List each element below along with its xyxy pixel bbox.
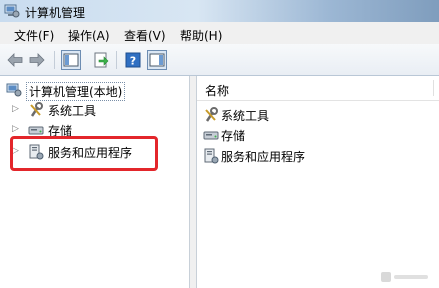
tree-root[interactable]: 计算机管理(本地) [6,81,186,101]
expand-arrow-icon[interactable]: ▷ [12,104,19,114]
navigation-tree-pane: 计算机管理(本地) ▷ 系统工具 ▷ 存储 ▷ 服务和应用程序 [0,76,190,288]
toolbar-separator [54,51,55,69]
column-divider[interactable] [433,80,434,96]
menu-action[interactable]: 操作(A) [68,27,110,44]
services-applications-icon [204,148,219,164]
list-item[interactable]: 存储 [203,126,433,144]
window-title: 计算机管理 [25,6,86,20]
show-hide-action-pane-icon[interactable] [147,50,167,70]
menu-help[interactable]: 帮助(H) [180,27,222,44]
watermark-logo [381,272,428,282]
system-tools-icon [30,102,43,117]
tree-item-label: 系统工具 [48,104,97,118]
expand-arrow-icon[interactable]: ▷ [12,124,19,134]
toolbar-separator [116,51,117,69]
system-tools-icon [205,107,218,122]
menu-bar: 文件(F) 操作(A) 查看(V) 帮助(H) [0,22,439,45]
column-header-name[interactable]: 名称 [205,82,229,99]
help-icon[interactable]: ? [124,51,142,69]
forward-icon[interactable] [28,51,46,69]
storage-icon [203,131,219,140]
title-bar: 计算机管理 [0,0,439,22]
list-item[interactable]: 服务和应用程序 [203,147,433,165]
list-item-label: 服务和应用程序 [221,150,306,164]
tree-item-system-tools[interactable]: ▷ 系统工具 [12,101,182,119]
list-header: 名称 [197,76,439,101]
details-list-pane: 名称 系统工具 存储 服务和应用程序 [197,76,439,288]
toolbar: ? [0,44,439,76]
computer-management-icon [6,83,22,97]
export-list-icon[interactable] [92,51,110,69]
list-item-label: 存储 [221,129,246,143]
list-item[interactable]: 系统工具 [203,106,433,124]
show-hide-tree-icon[interactable] [61,50,81,70]
menu-view[interactable]: 查看(V) [124,27,166,44]
highlight-annotation-box [10,136,158,171]
back-icon[interactable] [6,51,24,69]
computer-management-icon [4,4,20,18]
menu-file[interactable]: 文件(F) [14,27,54,44]
pane-splitter[interactable] [190,76,197,288]
svg-text:?: ? [130,55,136,68]
tree-root-label[interactable]: 计算机管理(本地) [26,82,126,101]
list-item-label: 系统工具 [221,109,270,123]
